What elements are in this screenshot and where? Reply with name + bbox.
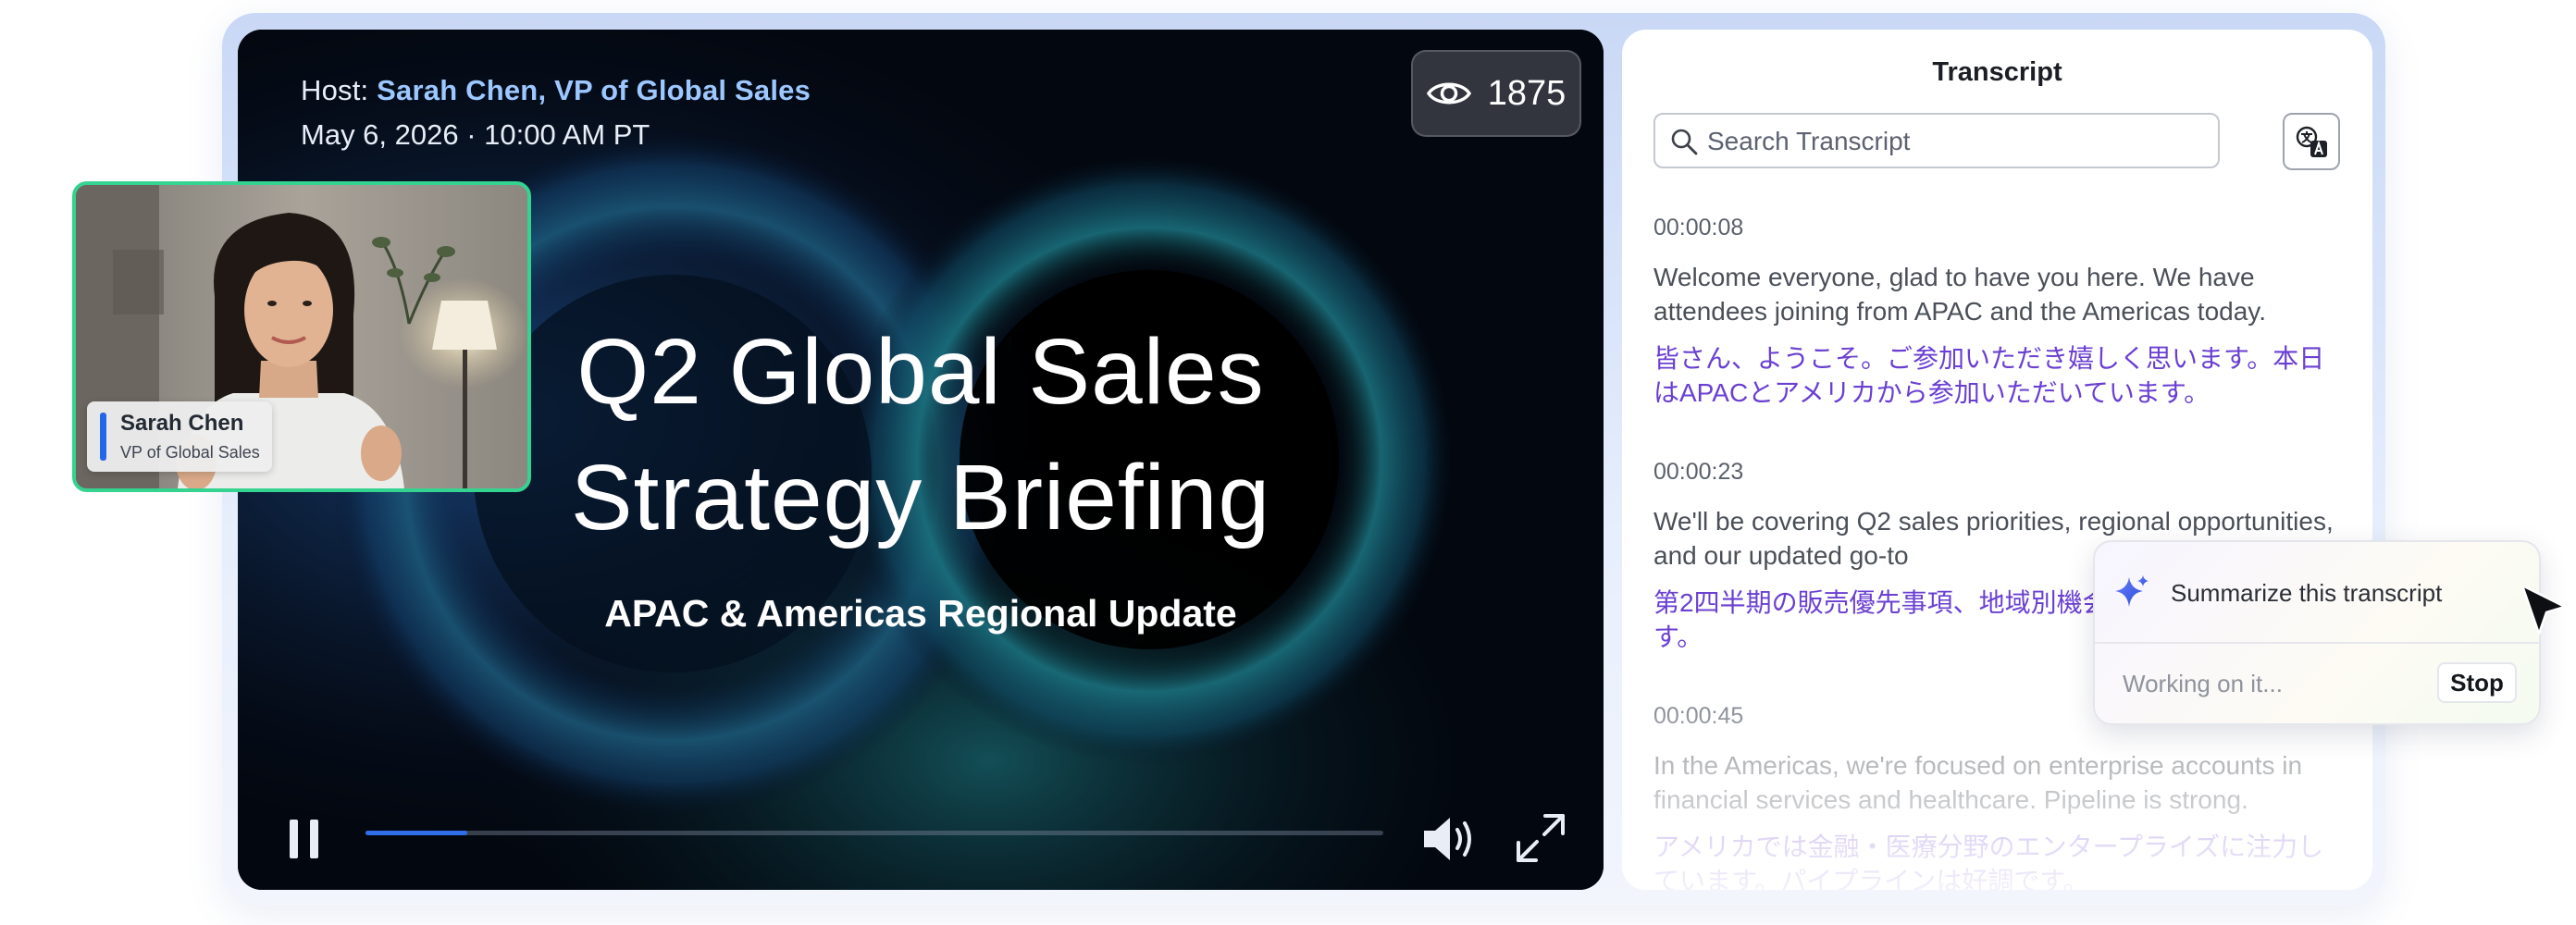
presenter-name-tag: Sarah Chen VP of Global Sales xyxy=(87,401,272,472)
search-input[interactable] xyxy=(1705,122,2209,161)
volume-icon xyxy=(1424,818,1471,860)
stop-button[interactable]: Stop xyxy=(2437,662,2517,703)
transcript-search[interactable] xyxy=(1653,113,2220,168)
fullscreen-button[interactable] xyxy=(1515,812,1567,864)
ai-summary-popup: Summarize this transcript Working on it.… xyxy=(2093,540,2541,725)
presenter-name: Sarah Chen xyxy=(120,411,244,436)
transcript-title: Transcript xyxy=(1932,57,2062,87)
viewer-count-badge: 1875 xyxy=(1411,50,1581,137)
transcript-panel: Transcript 00:00:08 Welcome everyone, gl… xyxy=(1622,30,2372,890)
transcript-entry[interactable]: 00:00:45 In the Americas, we're focused … xyxy=(1653,703,2343,890)
host-line: Host: Sarah Chen, VP of Global Sales xyxy=(301,74,811,107)
entry-timestamp[interactable]: 00:00:23 xyxy=(1653,459,2343,486)
popup-divider xyxy=(2095,642,2539,644)
event-datetime: May 6, 2026 · 10:00 AM PT xyxy=(301,118,650,151)
entry-text-en: Welcome everyone, glad to have you here.… xyxy=(1653,263,2267,326)
pause-button[interactable] xyxy=(284,816,325,862)
name-tag-accent xyxy=(100,413,106,461)
presenter-role: VP of Global Sales xyxy=(120,443,260,462)
transcript-entry[interactable]: 00:00:08 Welcome everyone, glad to have … xyxy=(1653,215,2343,410)
summarize-option[interactable]: Summarize this transcript xyxy=(2095,542,2539,640)
presentation-subtitle: APAC & Americas Regional Update xyxy=(604,592,1237,635)
translate-icon xyxy=(2296,126,2327,157)
host-name: Sarah Chen, VP of Global Sales xyxy=(377,74,811,106)
entry-text-ja: アメリカでは金融・医療分野のエンタープライズに注力しています。パイプラインは好調… xyxy=(1653,832,2324,890)
eye-icon xyxy=(1426,82,1471,105)
pause-icon-bar xyxy=(310,820,318,858)
progress-bar[interactable] xyxy=(365,831,1383,835)
summarize-label: Summarize this transcript xyxy=(2171,579,2443,607)
search-icon xyxy=(1671,129,1698,155)
ai-status-text: Working on it... xyxy=(2123,670,2283,697)
sparkle-icon xyxy=(2115,575,2149,607)
progress-fill xyxy=(365,831,467,835)
viewer-count: 1875 xyxy=(1487,73,1567,113)
entry-text-en: In the Americas, we're focused on enterp… xyxy=(1653,751,2303,814)
pause-icon xyxy=(290,820,298,858)
fullscreen-icon xyxy=(1517,814,1565,862)
host-prefix: Host: xyxy=(301,74,378,106)
translate-button[interactable] xyxy=(2283,113,2340,170)
entry-text-ja: 皆さん、ようこそ。ご参加いただき嬉しく思います。本日はAPACとアメリカから参加… xyxy=(1653,344,2325,407)
volume-button[interactable] xyxy=(1420,814,1478,864)
entry-timestamp[interactable]: 00:00:08 xyxy=(1653,215,2343,241)
presenter-pip-video[interactable]: Sarah Chen VP of Global Sales xyxy=(72,181,531,492)
mouse-cursor-icon xyxy=(2520,584,2567,635)
